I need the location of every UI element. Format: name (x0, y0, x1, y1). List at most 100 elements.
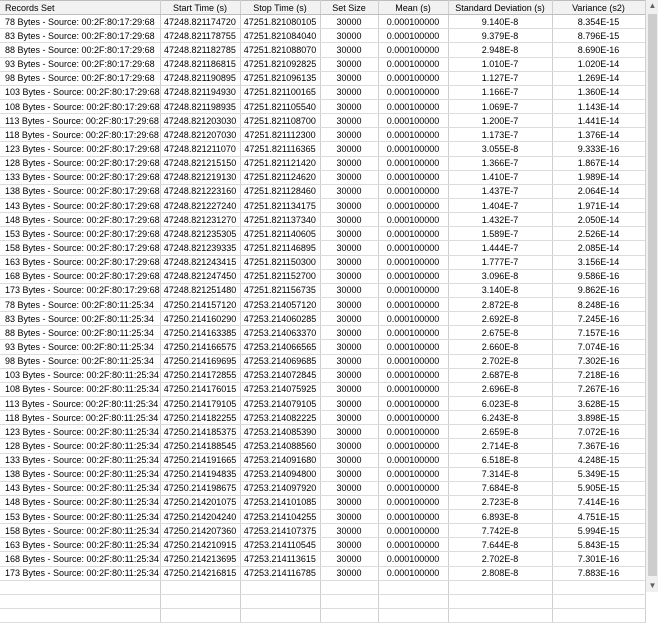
table-row[interactable]: 168 Bytes - Source: 00:2F:80:11:25:34 472… (0, 551, 646, 567)
cell-records-set: 133 Bytes - Source: 00:2F:80:17:29:68 (0, 170, 161, 185)
cell-variance: 7.074E-16 (552, 339, 646, 355)
cell-variance: 5.349E-15 (552, 467, 646, 482)
cell-mean: 0.000100000 (378, 382, 449, 397)
cell-stop-time: 47251.821146895 (240, 240, 321, 256)
table-row[interactable]: 118 Bytes - Source: 00:2F:80:17:29:68 472… (0, 127, 646, 143)
table-row[interactable]: 148 Bytes - Source: 00:2F:80:11:25:34 472… (0, 495, 646, 511)
table-row[interactable]: 78 Bytes - Source: 00:2F:80:17:29:68 4724… (0, 14, 646, 30)
cell-variance: 9.862E-16 (552, 283, 646, 298)
column-header-records-set[interactable]: Records Set (0, 0, 161, 16)
cell-standard-deviation: 1.200E-7 (448, 113, 553, 129)
vertical-scrollbar[interactable]: ▲ ▼ (645, 0, 658, 592)
scrollbar-thumb[interactable] (648, 14, 657, 576)
table-row[interactable]: 143 Bytes - Source: 00:2F:80:11:25:34 472… (0, 481, 646, 496)
table-row[interactable]: 98 Bytes - Source: 00:2F:80:11:25:34 4725… (0, 354, 646, 369)
table-row[interactable]: 88 Bytes - Source: 00:2F:80:11:25:34 4725… (0, 325, 646, 341)
cell-stop-time: 47251.821140605 (240, 226, 321, 242)
cell-variance: 1.020E-14 (552, 57, 646, 72)
table-row[interactable]: 153 Bytes - Source: 00:2F:80:11:25:34 472… (0, 509, 646, 525)
table-row[interactable]: 108 Bytes - Source: 00:2F:80:17:29:68 472… (0, 99, 646, 115)
column-header-standard-deviation[interactable]: Standard Deviation (s) (448, 0, 553, 16)
table-row[interactable]: 143 Bytes - Source: 00:2F:80:17:29:68 472… (0, 198, 646, 214)
cell-standard-deviation: 2.692E-8 (448, 311, 553, 327)
table-row[interactable]: 128 Bytes - Source: 00:2F:80:11:25:34 472… (0, 438, 646, 454)
scroll-up-arrow-icon[interactable]: ▲ (646, 0, 658, 12)
cell-standard-deviation: 1.410E-7 (448, 170, 553, 185)
cell-set-size: 30000 (320, 198, 379, 214)
cell-start-time: 47248.821182785 (160, 42, 241, 58)
table-row[interactable]: 108 Bytes - Source: 00:2F:80:11:25:34 472… (0, 382, 646, 397)
empty-cell (448, 608, 553, 623)
table-row[interactable]: 158 Bytes - Source: 00:2F:80:11:25:34 472… (0, 523, 646, 539)
table-row[interactable]: 163 Bytes - Source: 00:2F:80:11:25:34 472… (0, 537, 646, 553)
column-header-variance[interactable]: Variance (s2) (552, 0, 646, 16)
table-row[interactable]: 148 Bytes - Source: 00:2F:80:17:29:68 472… (0, 212, 646, 228)
cell-records-set: 123 Bytes - Source: 00:2F:80:11:25:34 (0, 424, 161, 440)
cell-start-time: 47248.821243415 (160, 255, 241, 270)
table-row[interactable]: 158 Bytes - Source: 00:2F:80:17:29:68 472… (0, 240, 646, 256)
table-row[interactable]: 133 Bytes - Source: 00:2F:80:17:29:68 472… (0, 170, 646, 185)
table-row[interactable]: 78 Bytes - Source: 00:2F:80:11:25:34 4725… (0, 297, 646, 313)
cell-records-set: 78 Bytes - Source: 00:2F:80:11:25:34 (0, 297, 161, 313)
cell-variance: 2.526E-14 (552, 226, 646, 242)
table-row[interactable]: 98 Bytes - Source: 00:2F:80:17:29:68 4724… (0, 71, 646, 86)
table-row[interactable]: 138 Bytes - Source: 00:2F:80:11:25:34 472… (0, 467, 646, 482)
empty-cell (552, 594, 646, 610)
cell-records-set: 98 Bytes - Source: 00:2F:80:11:25:34 (0, 354, 161, 369)
cell-start-time: 47248.821178755 (160, 28, 241, 44)
cell-variance: 5.843E-15 (552, 537, 646, 553)
table-row[interactable]: 123 Bytes - Source: 00:2F:80:11:25:34 472… (0, 424, 646, 440)
table-row[interactable]: 93 Bytes - Source: 00:2F:80:11:25:34 4725… (0, 339, 646, 355)
cell-start-time: 47248.821239335 (160, 240, 241, 256)
table-row[interactable]: 113 Bytes - Source: 00:2F:80:17:29:68 472… (0, 113, 646, 129)
cell-mean: 0.000100000 (378, 523, 449, 539)
cell-mean: 0.000100000 (378, 212, 449, 228)
cell-set-size: 30000 (320, 566, 379, 581)
cell-variance: 1.441E-14 (552, 113, 646, 129)
table-row[interactable]: 83 Bytes - Source: 00:2F:80:17:29:68 4724… (0, 28, 646, 44)
cell-records-set: 138 Bytes - Source: 00:2F:80:17:29:68 (0, 184, 161, 199)
cell-standard-deviation: 2.702E-8 (448, 354, 553, 369)
cell-mean: 0.000100000 (378, 410, 449, 426)
table-row[interactable]: 163 Bytes - Source: 00:2F:80:17:29:68 472… (0, 255, 646, 270)
column-header-set-size[interactable]: Set Size (320, 0, 379, 16)
table-row[interactable]: 123 Bytes - Source: 00:2F:80:17:29:68 472… (0, 141, 646, 157)
table-row[interactable]: 138 Bytes - Source: 00:2F:80:17:29:68 472… (0, 184, 646, 199)
cell-variance: 7.302E-16 (552, 354, 646, 369)
cell-standard-deviation: 3.140E-8 (448, 283, 553, 298)
cell-start-time: 47248.821215150 (160, 156, 241, 171)
cell-variance: 1.867E-14 (552, 156, 646, 171)
cell-stop-time: 47253.214069685 (240, 354, 321, 369)
cell-set-size: 30000 (320, 283, 379, 298)
table-row[interactable]: 83 Bytes - Source: 00:2F:80:11:25:34 4725… (0, 311, 646, 327)
cell-set-size: 30000 (320, 156, 379, 171)
column-header-mean[interactable]: Mean (s) (378, 0, 449, 16)
column-header-stop-time[interactable]: Stop Time (s) (240, 0, 321, 16)
table-row[interactable]: 118 Bytes - Source: 00:2F:80:11:25:34 472… (0, 410, 646, 426)
cell-start-time: 47248.821198935 (160, 99, 241, 115)
table-row[interactable]: 173 Bytes - Source: 00:2F:80:11:25:34 472… (0, 566, 646, 581)
table-row[interactable]: 168 Bytes - Source: 00:2F:80:17:29:68 472… (0, 269, 646, 284)
table-row[interactable]: 93 Bytes - Source: 00:2F:80:17:29:68 4724… (0, 57, 646, 72)
table-row[interactable]: 173 Bytes - Source: 00:2F:80:17:29:68 472… (0, 283, 646, 298)
table-row[interactable]: 133 Bytes - Source: 00:2F:80:11:25:34 472… (0, 453, 646, 468)
cell-mean: 0.000100000 (378, 240, 449, 256)
scroll-down-arrow-icon[interactable]: ▼ (646, 580, 658, 592)
cell-stop-time: 47253.214097920 (240, 481, 321, 496)
column-header-start-time[interactable]: Start Time (s) (160, 0, 241, 16)
table-row[interactable]: 153 Bytes - Source: 00:2F:80:17:29:68 472… (0, 226, 646, 242)
table-row[interactable]: 128 Bytes - Source: 00:2F:80:17:29:68 472… (0, 156, 646, 171)
cell-records-set: 153 Bytes - Source: 00:2F:80:11:25:34 (0, 509, 161, 525)
cell-set-size: 30000 (320, 226, 379, 242)
cell-mean: 0.000100000 (378, 198, 449, 214)
table-row[interactable]: 113 Bytes - Source: 00:2F:80:11:25:34 472… (0, 396, 646, 412)
cell-stop-time: 47251.821080105 (240, 14, 321, 30)
table-row[interactable]: 103 Bytes - Source: 00:2F:80:11:25:34 472… (0, 368, 646, 383)
table-row[interactable]: 103 Bytes - Source: 00:2F:80:17:29:68 472… (0, 85, 646, 100)
cell-stop-time: 47253.214075925 (240, 382, 321, 397)
empty-cell (160, 580, 241, 595)
cell-records-set: 103 Bytes - Source: 00:2F:80:17:29:68 (0, 85, 161, 100)
cell-set-size: 30000 (320, 141, 379, 157)
cell-variance: 4.248E-15 (552, 453, 646, 468)
table-row[interactable]: 88 Bytes - Source: 00:2F:80:17:29:68 4724… (0, 42, 646, 58)
